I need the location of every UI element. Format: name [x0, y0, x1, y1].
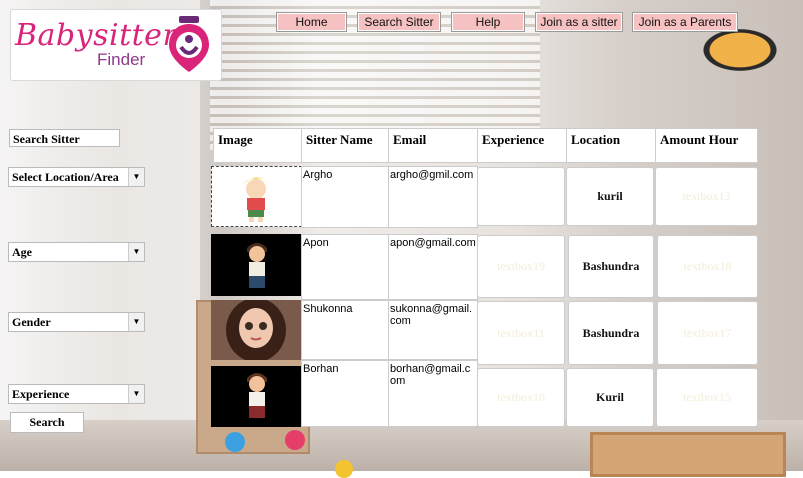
sitter-photo [211, 234, 302, 296]
experience-select-value: Experience [12, 387, 70, 401]
location-box: kuril [566, 167, 654, 226]
header-image: Image [213, 128, 302, 163]
dropdown-arrow-icon[interactable]: ▼ [128, 313, 144, 331]
header-email: Email [388, 128, 478, 163]
logo-subtitle: Finder [97, 50, 146, 69]
nav-search-sitter[interactable]: Search Sitter [357, 12, 441, 32]
email-cell: argho@gmil.com [388, 166, 478, 228]
sitter-photo [211, 298, 302, 362]
header-sitter-name: Sitter Name [301, 128, 389, 163]
nav-help[interactable]: Help [451, 12, 525, 32]
age-select[interactable]: Age ▼ [8, 242, 145, 262]
email-cell: apon@gmail.com [388, 234, 478, 300]
email-cell: sukonna@gmail.com [388, 300, 478, 360]
dropdown-arrow-icon[interactable]: ▼ [128, 243, 144, 261]
location-box: Bashundra [568, 301, 654, 365]
search-sitter-heading: Search Sitter [9, 129, 120, 147]
amount-box: textbox17 [657, 301, 758, 365]
site-logo[interactable]: Babysitter Finder [10, 9, 222, 81]
sitter-photo [211, 366, 302, 427]
gender-select[interactable]: Gender ▼ [8, 312, 145, 332]
babysitter-logo-icon [169, 16, 209, 72]
nav-join-sitter[interactable]: Join as a sitter [535, 12, 623, 32]
header-amount-hour: Amount Hour [655, 128, 758, 163]
logo-title: Babysitter [15, 18, 178, 53]
sitter-name-cell: Argho [301, 166, 389, 228]
dropdown-arrow-icon[interactable]: ▼ [128, 385, 144, 403]
nav-join-parents[interactable]: Join as a Parents [632, 12, 738, 32]
header-location: Location [566, 128, 656, 163]
sitter-name-cell: Shukonna [301, 300, 389, 360]
cartoon-boy-icon [247, 243, 267, 288]
amount-box: textbox13 [655, 167, 758, 226]
location-box: Bashundra [568, 235, 654, 298]
email-cell: borhan@gmail.com [388, 360, 478, 427]
cartoon-boy-icon [247, 373, 267, 418]
nav-home[interactable]: Home [276, 12, 347, 32]
gender-select-value: Gender [12, 315, 51, 329]
cartoon-boy-icon [242, 177, 270, 222]
age-select-value: Age [12, 245, 32, 259]
amount-box: textbox15 [656, 368, 758, 427]
toy-ball [285, 430, 305, 450]
search-button[interactable]: Search [10, 412, 84, 433]
wooden-crate [590, 432, 786, 477]
toy-ball [335, 460, 353, 478]
experience-box: textbox11 [477, 301, 565, 365]
location-select-value: Select Location/Area [12, 170, 119, 184]
amount-box: textbox18 [657, 235, 758, 298]
experience-box: textbox10 [477, 368, 565, 427]
experience-box: textbox19 [477, 235, 565, 298]
cartoon-girl-icon [226, 298, 286, 362]
experience-box [477, 167, 565, 226]
sitter-name-cell: Apon [301, 234, 389, 300]
header-experience: Experience [477, 128, 567, 163]
sitter-name-cell: Borhan [301, 360, 389, 427]
location-box: Kuril [566, 368, 654, 427]
sitter-photo [211, 166, 302, 227]
experience-select[interactable]: Experience ▼ [8, 384, 145, 404]
toy-ball [225, 432, 245, 452]
location-select[interactable]: Select Location/Area ▼ [8, 167, 145, 187]
dropdown-arrow-icon[interactable]: ▼ [128, 168, 144, 186]
